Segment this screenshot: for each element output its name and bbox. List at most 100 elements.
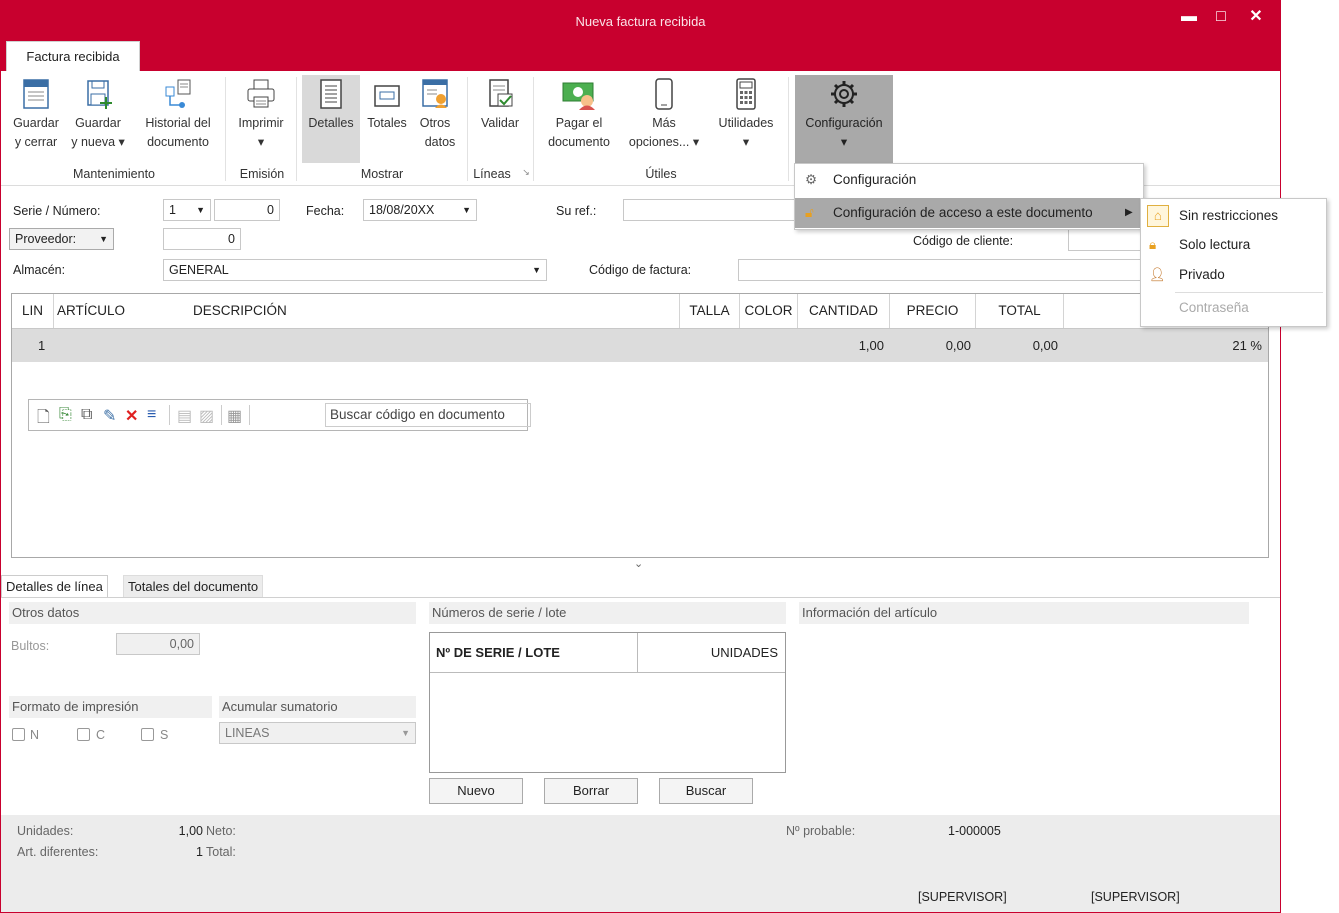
menu-item-acceso[interactable]: 🔓︎ Configuración de acceso a este docume…: [795, 198, 1143, 228]
dialog-launcher-icon[interactable]: ↘: [519, 167, 533, 178]
checkbox-s-label: S: [160, 728, 169, 742]
row-precio: 0,00: [945, 338, 971, 353]
acumular-value: LINEAS: [225, 726, 270, 740]
checkbox-n[interactable]: [12, 728, 25, 741]
more-options-label-1: Más: [652, 116, 676, 130]
borrar-button[interactable]: Borrar: [544, 778, 638, 804]
edit-line-icon[interactable]: ✎: [103, 406, 116, 426]
save-new-label-2: y nueva ▾: [71, 135, 125, 149]
totals-button[interactable]: Totales: [362, 75, 412, 163]
probable-label: Nº probable:: [786, 824, 856, 838]
nuevo-button[interactable]: Nuevo: [429, 778, 523, 804]
title-bar: Nueva factura recibida ▬ □ ✕ Factura rec…: [1, 1, 1280, 71]
window-title: Nueva factura recibida: [575, 14, 706, 29]
info-articulo-title: Información del artículo: [799, 602, 1249, 624]
codigo-cliente-input[interactable]: [1068, 229, 1144, 251]
serie-select[interactable]: 1 ▼: [163, 199, 211, 221]
proveedor-input[interactable]: 0: [163, 228, 241, 250]
codigo-factura-label: Código de factura:: [589, 263, 692, 277]
image-icon[interactable]: ▨: [199, 406, 214, 426]
col-talla[interactable]: TALLA: [680, 294, 740, 328]
menu-item-solo-lectura[interactable]: 🔒︎ Solo lectura: [1141, 230, 1326, 260]
validate-button[interactable]: Validar: [473, 75, 527, 163]
details-button[interactable]: Detalles: [302, 75, 360, 163]
col-lin[interactable]: LIN: [12, 294, 54, 328]
col-precio[interactable]: PRECIO: [890, 294, 976, 328]
stack-icon[interactable]: ▦: [227, 406, 242, 426]
search-code-button[interactable]: Buscar código en documento: [325, 403, 531, 427]
history-button[interactable]: Historial del documento: [136, 75, 220, 163]
buscar-button[interactable]: Buscar: [659, 778, 753, 804]
tab-detalles-linea[interactable]: Detalles de línea: [1, 575, 108, 597]
checkbox-c[interactable]: [77, 728, 90, 741]
configuration-button[interactable]: Configuración ▾: [795, 75, 893, 163]
toolbar-separator: [169, 405, 170, 425]
col-cantidad[interactable]: CANTIDAD: [798, 294, 890, 328]
col-articulo[interactable]: ARTÍCULO: [54, 294, 190, 328]
otros-datos-title: Otros datos: [9, 602, 416, 624]
col-unidades[interactable]: UNIDADES: [638, 645, 778, 660]
col-color[interactable]: COLOR: [740, 294, 798, 328]
menu-item-configuracion[interactable]: ⚙ Configuración: [795, 165, 1143, 195]
almacen-value: GENERAL: [169, 263, 229, 277]
table-row[interactable]: 1 1,00 0,00 0,00 21 %: [12, 329, 1268, 362]
chevron-down-icon[interactable]: ⌄: [634, 557, 643, 570]
col-serie-lote[interactable]: Nº DE SERIE / LOTE: [436, 645, 560, 660]
tab-totales-documento[interactable]: Totales del documento: [123, 575, 264, 597]
close-button[interactable]: ✕: [1241, 5, 1271, 29]
save-close-label-1: Guardar: [13, 116, 59, 130]
other-data-button[interactable]: Otros datos: [413, 75, 457, 163]
save-close-label-2: y cerrar: [14, 135, 58, 149]
list-icon[interactable]: ≡: [147, 406, 156, 424]
acumular-title: Acumular sumatorio: [219, 696, 416, 718]
printer-icon: [247, 79, 275, 108]
acumular-select[interactable]: LINEAS ▼: [219, 722, 416, 744]
configuration-label-2: ▾: [840, 135, 848, 149]
minimize-button[interactable]: ▬: [1174, 5, 1204, 29]
line-toolbar: 🗋 ⎘ ⧉ ✎ ✕ ≡ ▤ ▨ ▦ Buscar código en docum…: [28, 399, 531, 433]
col-descripcion[interactable]: DESCRIPCIÓN: [190, 294, 680, 328]
details-label: Detalles: [308, 116, 354, 130]
numero-input[interactable]: 0: [214, 199, 280, 221]
pay-button[interactable]: Pagar el documento: [541, 75, 617, 163]
menu-item-sin-restricciones[interactable]: ⌂ Sin restricciones: [1141, 201, 1326, 231]
menu-item-sin-label: Sin restricciones: [1179, 208, 1279, 223]
save-new-button[interactable]: Guardar y nueva ▾: [67, 75, 129, 163]
fecha-input[interactable]: 18/08/20XX ▼: [363, 199, 477, 221]
codigo-factura-input[interactable]: [738, 259, 1143, 281]
utilities-button[interactable]: Utilidades ▾: [711, 75, 781, 163]
save-close-button[interactable]: Guardar y cerrar: [7, 75, 65, 163]
chevron-down-icon: ▼: [401, 728, 410, 738]
checkbox-s[interactable]: [141, 728, 154, 741]
row-lin: 1: [38, 338, 46, 353]
history-label-2: documento: [147, 135, 209, 149]
validate-label: Validar: [481, 116, 519, 130]
maximize-button[interactable]: □: [1206, 5, 1236, 29]
totals-icon: [374, 85, 400, 107]
unidades-label: Unidades:: [17, 824, 74, 838]
proveedor-button[interactable]: Proveedor: ▼: [9, 228, 114, 250]
status-bar: Unidades: 1,00 Neto: Art. diferentes: 1 …: [1, 815, 1280, 912]
menu-item-privado[interactable]: 👤︎ Privado: [1141, 260, 1326, 290]
tab-factura-recibida[interactable]: Factura recibida: [6, 41, 140, 71]
row-iva: 21 %: [1232, 338, 1262, 353]
print-button[interactable]: Imprimir ▾: [231, 75, 291, 163]
suref-input[interactable]: [623, 199, 803, 221]
bultos-input[interactable]: 0,00: [116, 633, 200, 655]
copy-line-icon[interactable]: ⧉: [81, 406, 92, 424]
group-mostrar: Mostrar: [360, 167, 404, 181]
menu-item-contrasena: Contraseña: [1141, 293, 1326, 323]
unlock-icon: ⌂: [1147, 205, 1169, 227]
lines-grid: LIN ARTÍCULO DESCRIPCIÓN TALLA COLOR CAN…: [11, 293, 1269, 558]
new-line-icon[interactable]: 🗋: [37, 406, 50, 433]
delete-line-icon[interactable]: ✕: [125, 406, 138, 426]
ribbon-separator: [788, 77, 789, 181]
suref-label: Su ref.:: [556, 204, 597, 218]
almacen-select[interactable]: GENERAL ▼: [163, 259, 547, 281]
col-total[interactable]: TOTAL: [976, 294, 1064, 328]
neto-label: Neto:: [206, 824, 236, 838]
insert-line-icon[interactable]: ⎘: [59, 406, 72, 424]
more-options-button[interactable]: Más opciones... ▾: [621, 75, 707, 163]
formato-impresion-title: Formato de impresión: [9, 696, 212, 718]
document-icon[interactable]: ▤: [177, 406, 192, 426]
